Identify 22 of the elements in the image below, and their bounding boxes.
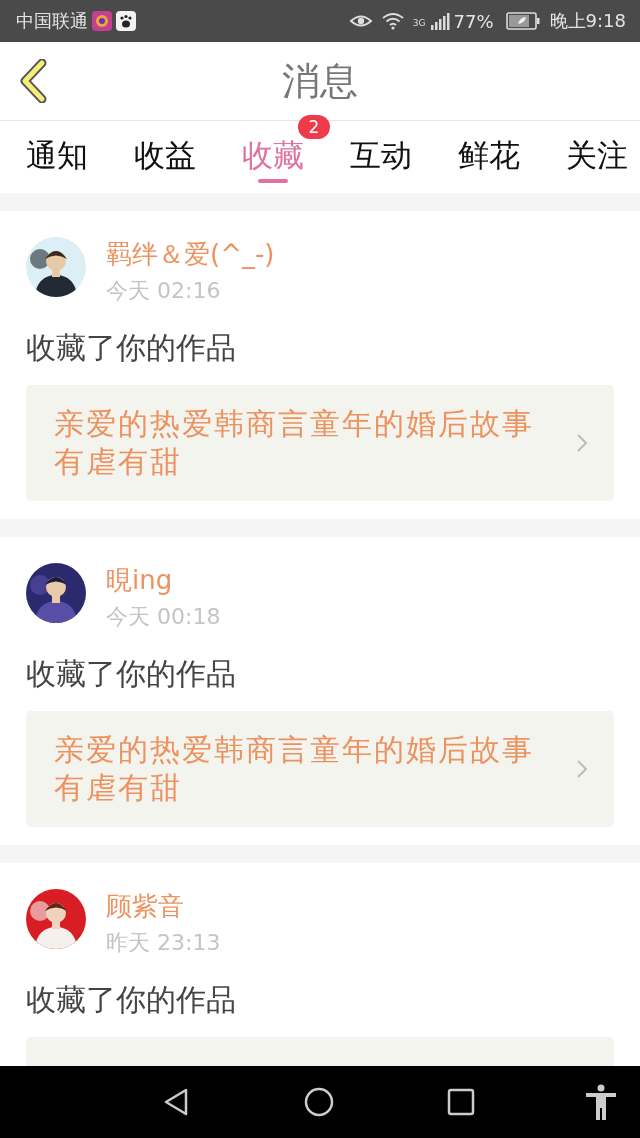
timestamp: 今天 00:18 [106, 603, 221, 631]
tab[interactable]: 通知 [26, 121, 88, 193]
clock: 晚上9:18 [549, 9, 626, 33]
user-name[interactable]: 羁绊＆爱(^_-) [106, 237, 275, 272]
battery-percent: 77% [453, 10, 494, 32]
message-text: 收藏了你的作品 [26, 981, 237, 1019]
user-name[interactable]: 晛ing [106, 563, 221, 598]
tab[interactable]: 关注 [566, 121, 628, 193]
user-name[interactable]: 顾紫音 [106, 889, 221, 924]
message-text: 收藏了你的作品 [26, 329, 237, 367]
work-link[interactable]: 亲爱的热爱韩商言童年的婚后故事有虐有甜 [26, 385, 614, 501]
count-badge: 2 [298, 115, 330, 139]
page-title: 消息 [282, 57, 358, 105]
tab[interactable]: 互动 [350, 121, 412, 193]
timestamp: 今天 02:16 [106, 277, 222, 305]
message-text: 收藏了你的作品 [26, 655, 237, 693]
tab[interactable]: 收益 [134, 121, 196, 193]
work-link[interactable]: 亲爱的热爱韩商言童年的婚后故事有虐有甜 [26, 711, 614, 827]
network-type: 3G [412, 18, 426, 28]
tab[interactable]: 鲜花 [458, 121, 520, 193]
timestamp: 昨天 23:13 [106, 929, 221, 957]
carrier-name: 中国联通 [16, 9, 88, 33]
